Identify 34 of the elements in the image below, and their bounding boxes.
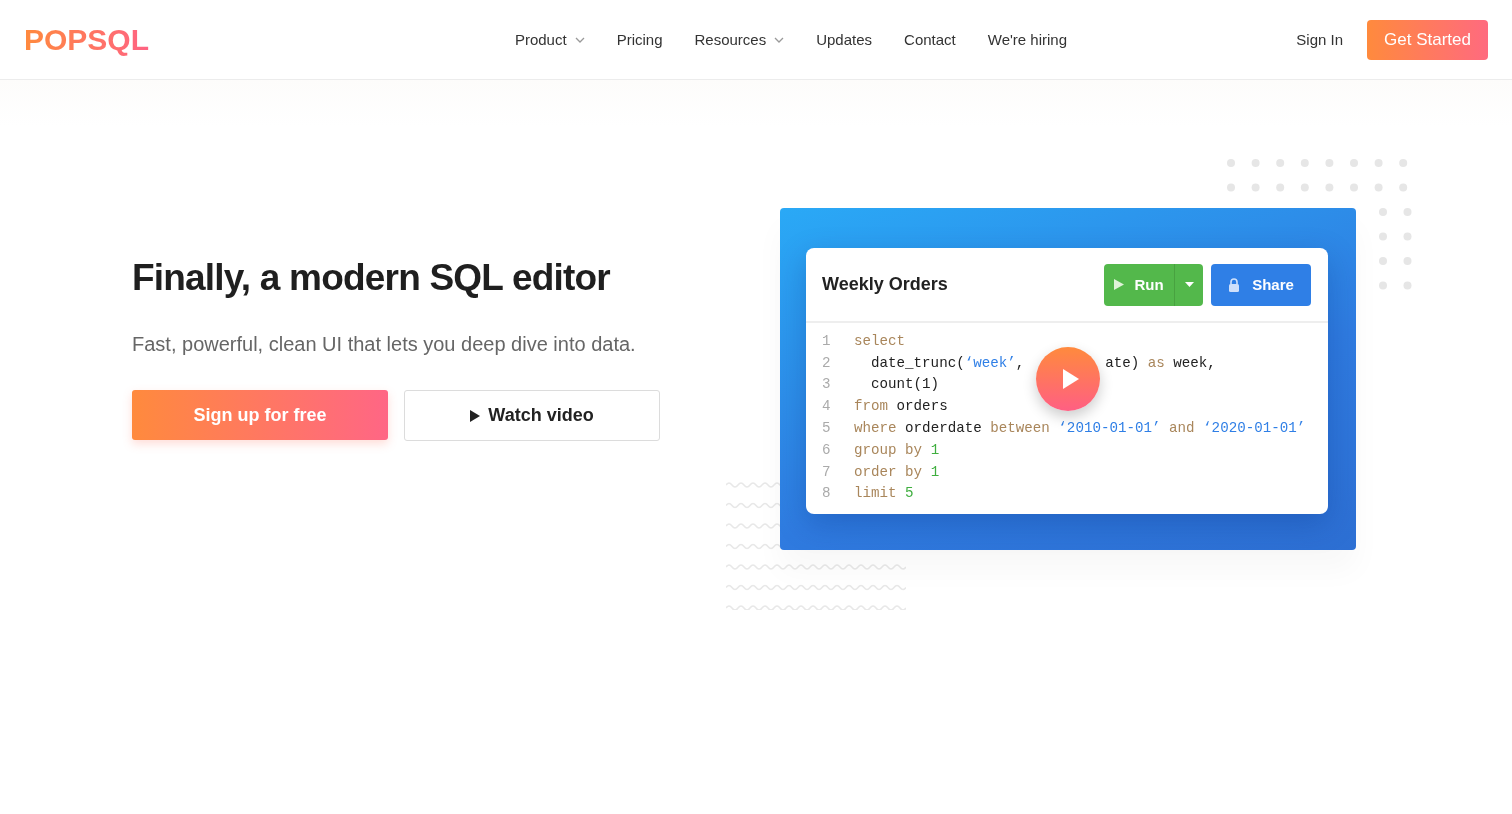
code-line: count(1) — [870, 376, 940, 393]
hero-heading: Finally, a modern SQL editor — [132, 257, 611, 299]
share-button[interactable]: Share — [1211, 263, 1311, 306]
play-icon — [470, 409, 481, 422]
dropdown-button[interactable] — [1174, 263, 1203, 306]
query-title: Weekly Orders — [822, 274, 949, 295]
line-number: 7 — [822, 463, 832, 480]
code-line: date_trunc(‘week’, ate) as week, — [870, 354, 1216, 371]
nav-link[interactable]: Product — [514, 31, 585, 48]
line-number: 3 — [822, 376, 832, 393]
caret-icon — [1184, 282, 1194, 287]
code-line: from orders — [854, 398, 948, 415]
code-line: limit 5 — [854, 485, 914, 502]
code-line: group by 1 — [854, 441, 940, 458]
line-number: 4 — [822, 398, 832, 415]
nav-link[interactable]: Contact — [904, 31, 956, 48]
line-number: 6 — [822, 441, 832, 458]
nav-link[interactable]: Resources — [694, 31, 785, 48]
line-number: 8 — [822, 485, 832, 502]
nav-link[interactable]: Pricing — [616, 31, 663, 48]
code-line: select — [854, 332, 906, 349]
sign-in-link[interactable]: Sign In — [1296, 31, 1343, 48]
lock-icon — [1228, 277, 1241, 292]
nav-link[interactable]: Updates — [816, 31, 873, 48]
code-line: order by 1 — [854, 463, 940, 480]
hero-subtitle: Fast, powerful, clean UI that lets you deep dive into data. — [132, 333, 637, 356]
play-icon — [1062, 369, 1079, 389]
watch-video-button[interactable]: Watch video — [404, 390, 660, 441]
play-icon — [1114, 279, 1125, 290]
line-number: 2 — [822, 354, 832, 371]
line-number: 5 — [822, 420, 832, 437]
code-line: where orderdate between ‘2010-01-01’ and ‘2020-01-01’ — [854, 420, 1306, 437]
nav-link[interactable]: We're hiring — [987, 31, 1068, 48]
line-number: 1 — [822, 332, 832, 349]
